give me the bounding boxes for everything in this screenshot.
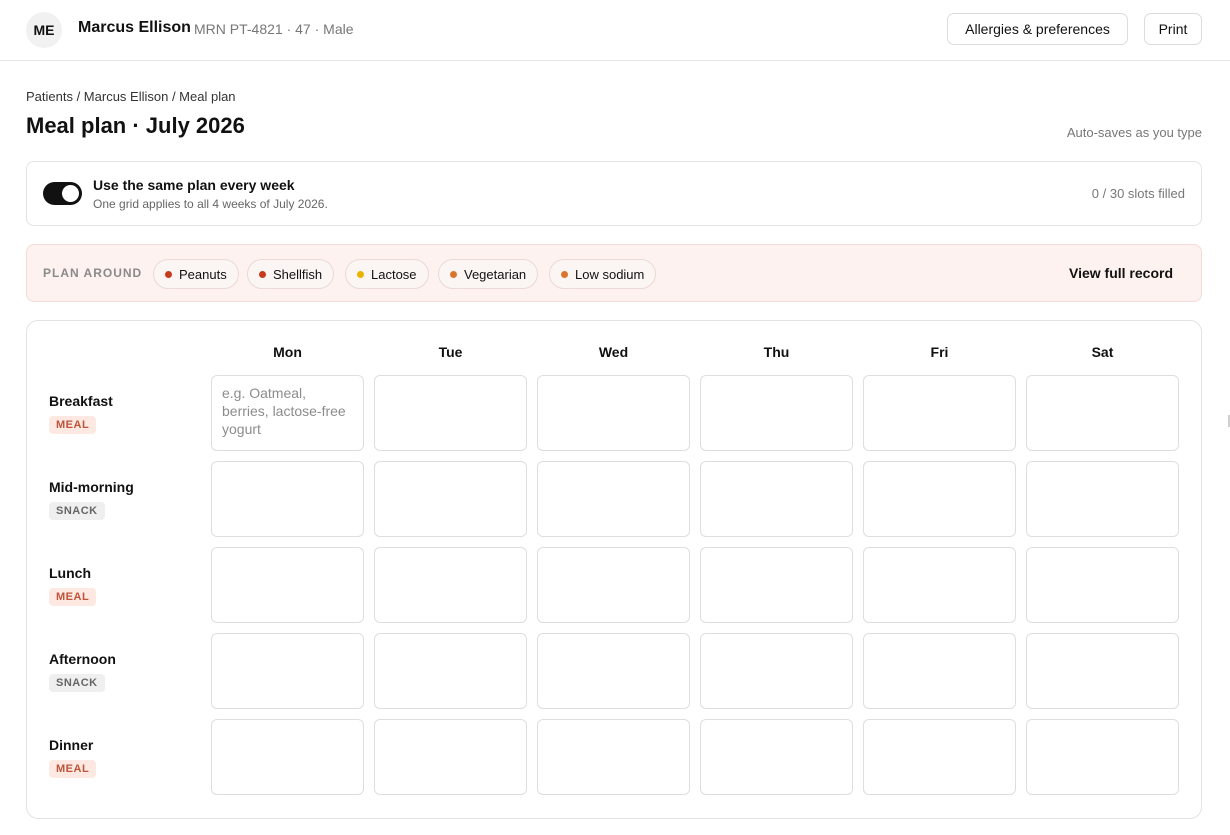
meal-cell-mid-morning-sat[interactable]: [1026, 461, 1179, 537]
meal-cell-dinner-thu[interactable]: [700, 719, 853, 795]
day-header-sat: Sat: [1091, 344, 1114, 360]
meal-cell-dinner-tue[interactable]: [374, 719, 527, 795]
dot-icon: [165, 270, 172, 278]
plan-around-label: PLAN AROUND: [43, 266, 143, 280]
row-tag-mid-morning: SNACK: [49, 502, 105, 520]
meal-cell-dinner-mon[interactable]: [211, 719, 364, 795]
meal-cell-mid-morning-tue[interactable]: [374, 461, 527, 537]
meal-cell-afternoon-thu[interactable]: [700, 633, 853, 709]
chip-vegetarian: Vegetarian: [438, 259, 539, 289]
allergies-preferences-button[interactable]: Allergies & preferences: [947, 13, 1128, 45]
plan-around-bar: PLAN AROUND Peanuts Shellfish Lactose Ve…: [26, 244, 1202, 302]
meal-cell-afternoon-mon[interactable]: [211, 633, 364, 709]
toggle-knob: [62, 185, 79, 202]
meal-cell-afternoon-tue[interactable]: [374, 633, 527, 709]
meal-plan-grid: Mon Tue Wed Thu Fri Sat Breakfast MEAL M…: [26, 320, 1202, 819]
day-header-fri: Fri: [930, 344, 949, 360]
row-tag-lunch: MEAL: [49, 588, 97, 606]
meal-cell-mid-morning-mon[interactable]: [211, 461, 364, 537]
chip-label: Vegetarian: [464, 266, 527, 282]
page-title: Meal plan · July 2026: [26, 113, 245, 138]
meal-cell-breakfast-mon[interactable]: [211, 375, 364, 451]
chip-label: Shellfish: [273, 266, 323, 282]
meal-cell-lunch-wed[interactable]: [537, 547, 690, 623]
row-label-afternoon: Afternoon: [49, 651, 116, 667]
meal-cell-mid-morning-thu[interactable]: [700, 461, 853, 537]
row-tag-afternoon: SNACK: [49, 674, 105, 692]
meal-cell-breakfast-wed[interactable]: [537, 375, 690, 451]
chip-lactose: Lactose: [345, 259, 429, 289]
avatar: ME: [26, 12, 62, 48]
chip-low-sodium: Low sodium: [549, 259, 657, 289]
dot-icon: [259, 270, 266, 278]
autosave-note: Auto-saves as you type: [1066, 125, 1202, 140]
patient-name: Marcus Ellison: [78, 19, 191, 36]
day-header-mon: Mon: [273, 344, 302, 360]
chip-label: Low sodium: [575, 266, 645, 282]
row-tag-dinner: MEAL: [49, 760, 97, 778]
meal-cell-lunch-mon[interactable]: [211, 547, 364, 623]
chip-peanuts: Peanuts: [153, 259, 239, 289]
meal-cell-dinner-fri[interactable]: [863, 719, 1016, 795]
meal-cell-afternoon-wed[interactable]: [537, 633, 690, 709]
meal-cell-mid-morning-fri[interactable]: [863, 461, 1016, 537]
meal-cell-mid-morning-wed[interactable]: [537, 461, 690, 537]
meal-cell-breakfast-thu[interactable]: [700, 375, 853, 451]
same-plan-card: Use the same plan every week One grid ap…: [26, 161, 1202, 226]
same-plan-toggle[interactable]: [43, 182, 82, 205]
meal-cell-lunch-thu[interactable]: [700, 547, 853, 623]
meal-cell-dinner-sat[interactable]: [1026, 719, 1179, 795]
meal-cell-lunch-sat[interactable]: [1026, 547, 1179, 623]
meal-cell-lunch-fri[interactable]: [863, 547, 1016, 623]
slots-filled-count: 0 / 30 slots filled: [1091, 186, 1185, 201]
patient-meta: MRN PT-4821 · 47 · Male: [194, 21, 354, 37]
same-plan-title: Use the same plan every week: [93, 177, 295, 193]
meal-cell-afternoon-sat[interactable]: [1026, 633, 1179, 709]
day-header-thu: Thu: [763, 344, 790, 360]
chip-label: Lactose: [371, 266, 417, 282]
same-plan-subtitle: One grid applies to all 4 weeks of July …: [93, 197, 328, 211]
day-header-wed: Wed: [598, 344, 629, 360]
view-full-record-link[interactable]: View full record: [1069, 265, 1173, 281]
row-label-mid-morning: Mid-morning: [49, 479, 134, 495]
meal-cell-breakfast-sat[interactable]: [1026, 375, 1179, 451]
meal-cell-dinner-wed[interactable]: [537, 719, 690, 795]
breadcrumb[interactable]: Patients / Marcus Ellison / Meal plan: [26, 89, 236, 104]
chip-shellfish: Shellfish: [247, 259, 335, 289]
dot-icon: [450, 270, 457, 278]
row-label-breakfast: Breakfast: [49, 393, 113, 409]
meal-cell-afternoon-fri[interactable]: [863, 633, 1016, 709]
row-label-lunch: Lunch: [49, 565, 91, 581]
meal-cell-breakfast-tue[interactable]: [374, 375, 527, 451]
meal-cell-lunch-tue[interactable]: [374, 547, 527, 623]
top-bar: ME Marcus Ellison MRN PT-4821 · 47 · Mal…: [0, 0, 1230, 61]
dot-icon: [357, 270, 364, 278]
dot-icon: [561, 270, 568, 278]
row-tag-breakfast: MEAL: [49, 416, 97, 434]
meal-cell-breakfast-fri[interactable]: [863, 375, 1016, 451]
day-header-tue: Tue: [438, 344, 463, 360]
print-button[interactable]: Print: [1144, 13, 1202, 45]
row-label-dinner: Dinner: [49, 737, 94, 753]
chip-label: Peanuts: [179, 266, 227, 282]
